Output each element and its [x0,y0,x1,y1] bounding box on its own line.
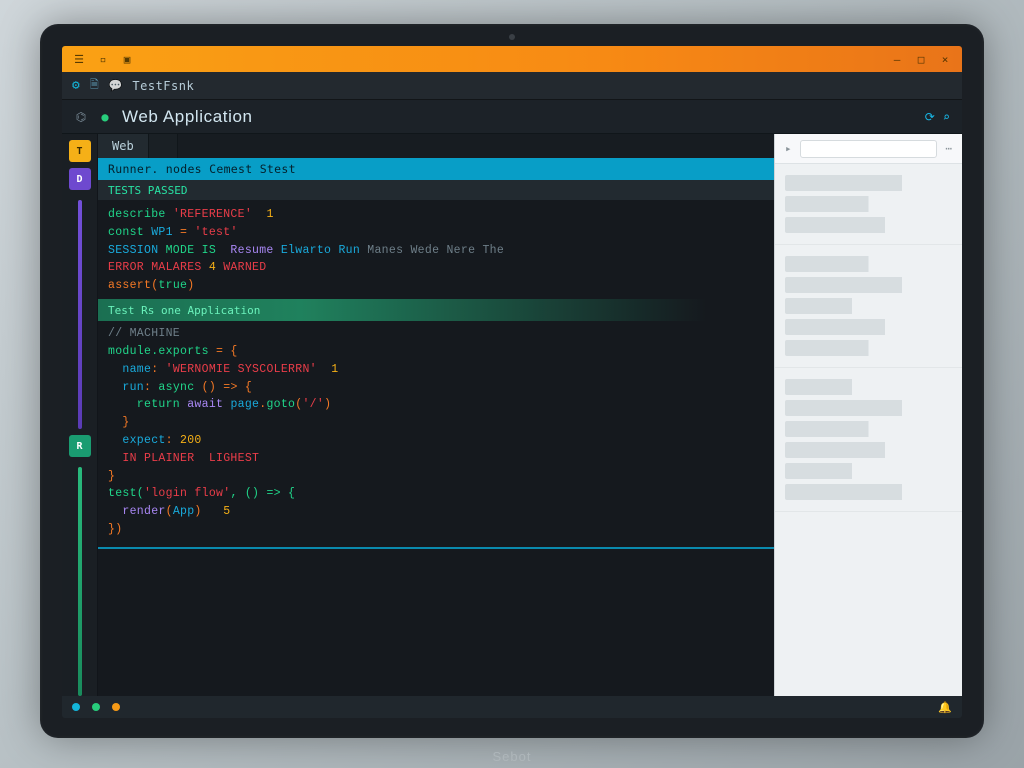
side-item[interactable] [785,463,952,479]
settings-icon[interactable]: ⚙ [72,78,80,93]
code-line: }) [108,521,764,539]
laptop-bezel: ☰ ▫ ▣ – □ × ⚙ 🗎 💬 TestFsnk ⌬ ● Web Appli… [40,24,984,738]
side-item[interactable] [785,319,952,335]
side-item[interactable] [785,277,952,293]
status-bell-icon[interactable]: 🔔 [938,701,952,714]
tree-icon[interactable]: ⌬ [74,110,88,124]
minimize-icon[interactable]: – [890,52,904,66]
toolbar: ⚙ 🗎 💬 TestFsnk [62,72,962,100]
code-line: describe 'REFERENCE' 1 [108,206,764,224]
side-item[interactable] [785,484,952,500]
side-panel-header: ▸ ⋯ [775,134,962,164]
activity-tag-tests[interactable]: T [69,140,91,162]
search-header-icon[interactable]: ⌕ [943,110,950,124]
tab-web[interactable]: Web [98,134,149,158]
page-header: ⌬ ● Web Application ⟳ ⌕ [62,100,962,134]
code-editor[interactable]: describe 'REFERENCE' 1const WP1 = 'test'… [98,200,774,696]
workspace: T D R Web Runner. nodes Cemest Stest TES… [62,134,962,696]
side-item[interactable] [785,340,952,356]
breadcrumb: TestFsnk [132,79,194,93]
section-divider: Test Rs one Application [98,299,774,321]
run-banner-text: Runner. nodes Cemest Stest [108,162,296,176]
code-line: return await page.goto('/') [108,396,764,414]
side-panel: ▸ ⋯ [774,134,962,696]
menu-icon[interactable]: ☰ [72,52,86,66]
side-item[interactable] [785,298,952,314]
chat-icon[interactable]: 💬 [109,79,123,92]
activity-bar: T D R [62,134,98,696]
side-item[interactable] [785,256,952,272]
panel-more-icon[interactable]: ⋯ [945,142,952,155]
side-section-2 [775,245,962,368]
side-item[interactable] [785,217,952,233]
laptop-brand: Sebot [493,749,532,764]
tab-secondary[interactable] [149,134,178,158]
code-line: name: 'WERNOMIE SYSCOLERRN' 1 [108,361,764,379]
dot-icon: ● [98,110,112,124]
code-line: expect: 200 [108,432,764,450]
code-line: test('login flow', () => { [108,485,764,503]
desk-scene: ☰ ▫ ▣ – □ × ⚙ 🗎 💬 TestFsnk ⌬ ● Web Appli… [0,0,1024,768]
code-line: const WP1 = 'test' [108,224,764,242]
webcam-dot [509,34,515,40]
side-section-3 [775,368,962,512]
maximize-icon[interactable]: □ [914,52,928,66]
close-icon[interactable]: × [938,52,952,66]
status-bar: 🔔 [62,696,962,718]
status-dot-connection [72,703,80,711]
file-icon[interactable]: 🗎 [90,76,99,95]
side-search-input[interactable] [800,140,938,158]
editor-column: Web Runner. nodes Cemest Stest TESTS PAS… [98,134,774,696]
editor-tabs: Web [98,134,774,158]
tab-web-label: Web [112,139,134,153]
status-dot-warn [112,703,120,711]
code-line: IN PLAINER LIGHEST [108,450,764,468]
status-banner-text: TESTS PASSED [108,184,187,197]
open-icon[interactable]: ▣ [120,52,134,66]
activity-tag-run[interactable]: R [69,435,91,457]
status-dot-pass [92,703,100,711]
side-item[interactable] [785,400,952,416]
side-item[interactable] [785,442,952,458]
code-line: } [108,414,764,432]
side-item[interactable] [785,175,952,191]
side-item[interactable] [785,421,952,437]
save-icon[interactable]: ▫ [96,52,110,66]
activity-tag-debug[interactable]: D [69,168,91,190]
side-section-1 [775,164,962,245]
code-line: module.exports = { [108,343,764,361]
code-line: assert(true) [108,277,764,295]
code-line: render(App) 5 [108,503,764,521]
code-line: run: async () => { [108,379,764,397]
code-line: } [108,468,764,486]
code-line: ERROR MALARES 4 WARNED [108,259,764,277]
run-banner: Runner. nodes Cemest Stest [98,158,774,180]
code-line: // MACHINE [108,325,764,343]
code-line: SESSION MODE IS Resume Elwarto Run Manes… [108,242,764,260]
page-title: Web Application [122,107,253,127]
gutter-stripe-purple [78,200,82,429]
panel-collapse-icon[interactable]: ▸ [785,142,792,155]
rule-cyan [98,547,774,549]
section-divider-label: Test Rs one Application [108,302,260,319]
sync-icon[interactable]: ⟳ [925,110,935,124]
window-titlebar: ☰ ▫ ▣ – □ × [62,46,962,72]
side-item[interactable] [785,379,952,395]
header-actions: ⟳ ⌕ [925,110,950,124]
gutter-stripe-green [78,467,82,696]
status-banner: TESTS PASSED [98,180,774,200]
side-item[interactable] [785,196,952,212]
